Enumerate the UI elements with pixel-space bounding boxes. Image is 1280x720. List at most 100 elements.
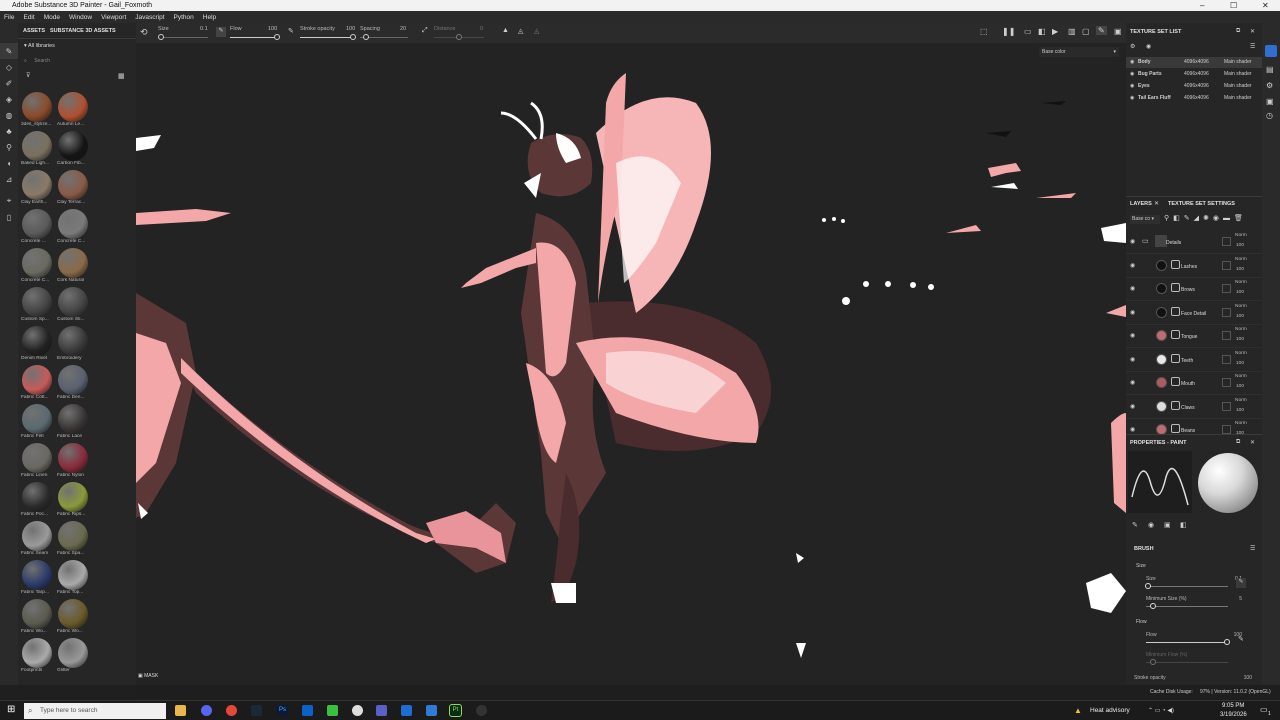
- screen-icon[interactable]: ▭: [1024, 27, 1032, 36]
- menu-window[interactable]: Window: [69, 14, 92, 21]
- asset-thumbnail[interactable]: [58, 560, 88, 590]
- asset-thumbnail[interactable]: [22, 209, 52, 239]
- eraser-icon[interactable]: ◇: [0, 59, 18, 75]
- eye-icon[interactable]: ◉: [1130, 332, 1135, 339]
- flow-pen-icon[interactable]: ✎: [288, 27, 294, 35]
- layer-row[interactable]: ◉ Teeth Norm 100: [1126, 349, 1262, 372]
- polygon-fill-icon[interactable]: ⊿: [0, 171, 18, 187]
- tab-assets[interactable]: ASSETS: [23, 28, 45, 34]
- system-tray-icons[interactable]: ⌃ ▭ ◔ ◀): [1148, 707, 1174, 714]
- layer-select-box[interactable]: [1222, 378, 1231, 387]
- brush-tab-icon[interactable]: ✎: [1132, 521, 1138, 529]
- close-layers-icon[interactable]: ✕: [1154, 200, 1159, 207]
- minimize-icon[interactable]: –: [1200, 0, 1204, 11]
- selection-icon[interactable]: ⬚: [980, 27, 988, 36]
- camera-icon[interactable]: ▶: [1052, 27, 1058, 36]
- asset-thumbnail[interactable]: [58, 404, 88, 434]
- layers-dock-icon[interactable]: ▤: [1266, 65, 1274, 74]
- lazy-mouse-icon[interactable]: ⤢: [422, 27, 428, 35]
- eye-icon[interactable]: ◉: [1130, 426, 1135, 433]
- library-selector[interactable]: ▾ All libraries: [24, 43, 55, 49]
- layer-blend-mode[interactable]: Norm: [1235, 304, 1247, 309]
- toolbar-spacing-slider[interactable]: Spacing 20: [360, 26, 410, 42]
- fill-icon[interactable]: ◖: [0, 155, 18, 171]
- layer-opacity[interactable]: 100: [1236, 267, 1244, 272]
- asset-thumbnail[interactable]: [22, 521, 52, 551]
- asset-thumbnail[interactable]: [22, 638, 52, 668]
- brush-mode-icon[interactable]: ✎: [1096, 26, 1107, 35]
- material-tab-icon[interactable]: ◧: [1180, 521, 1187, 529]
- flow-pressure-icon[interactable]: ✎: [1238, 635, 1244, 643]
- asset-thumbnail[interactable]: [58, 287, 88, 317]
- layer-select-box[interactable]: [1222, 401, 1231, 411]
- clone-icon[interactable]: ♣: [0, 123, 18, 139]
- asset-thumbnail[interactable]: [22, 365, 52, 395]
- close-properties-icon[interactable]: ✕: [1250, 439, 1255, 446]
- menu-edit[interactable]: Edit: [23, 14, 34, 21]
- weather-text[interactable]: Heat advisory: [1090, 707, 1130, 714]
- symmetry-axis-icon[interactable]: ◬: [518, 27, 523, 35]
- float-properties-icon[interactable]: ⧉: [1236, 439, 1240, 446]
- asset-thumbnail[interactable]: [22, 248, 52, 278]
- windows-start-icon[interactable]: ⊞: [7, 704, 15, 715]
- asset-thumbnail[interactable]: [58, 599, 88, 629]
- texture-set-row[interactable]: ◉ Tail Ears Fluff 4096x4096 Main shader: [1126, 93, 1262, 104]
- properties-dock-icon[interactable]: ⚙: [1266, 81, 1273, 90]
- geometry-mask-icon[interactable]: ◈: [0, 91, 18, 107]
- taskbar-search-box[interactable]: ⌕ Type here to search: [24, 703, 166, 719]
- painter-app-icon[interactable]: Pt: [449, 704, 462, 717]
- notification-icon[interactable]: ▭: [1260, 705, 1268, 714]
- layer-row[interactable]: ◉ Face Detail Norm 100: [1126, 302, 1262, 325]
- discord-icon[interactable]: [201, 705, 212, 716]
- chrome-icon[interactable]: [226, 705, 237, 716]
- asset-thumbnail[interactable]: [58, 209, 88, 239]
- split-view-icon[interactable]: ▥: [1068, 27, 1076, 36]
- mail-icon[interactable]: [401, 705, 412, 716]
- layer-opacity[interactable]: 100: [1236, 408, 1244, 413]
- asset-thumbnail[interactable]: [58, 170, 88, 200]
- app-icon-1[interactable]: [352, 705, 363, 716]
- eye-icon[interactable]: ◉: [1130, 57, 1134, 68]
- texture-set-row[interactable]: ◉ Body 4096x4096 Main shader: [1126, 57, 1262, 68]
- close-icon[interactable]: ✕: [1262, 0, 1269, 11]
- mask-toggle[interactable]: ▣ MASK: [138, 673, 158, 679]
- stencil-tab-icon[interactable]: ▣: [1164, 521, 1171, 529]
- file-explorer-icon[interactable]: [175, 705, 186, 716]
- asset-thumbnail[interactable]: [22, 599, 52, 629]
- layer-row[interactable]: ◉ Tongue Norm 100: [1126, 325, 1262, 348]
- asset-thumbnail[interactable]: [22, 131, 52, 161]
- menu-file[interactable]: File: [4, 14, 14, 21]
- toolbar-distance-slider[interactable]: Distance 0: [434, 26, 486, 42]
- asset-thumbnail[interactable]: [58, 365, 88, 395]
- toolbar-flow-slider[interactable]: Flow 100: [230, 26, 280, 42]
- asset-thumbnail[interactable]: [58, 92, 88, 122]
- asset-thumbnail[interactable]: [58, 638, 88, 668]
- layer-opacity[interactable]: 100: [1236, 361, 1244, 366]
- eye-icon[interactable]: ◉: [1130, 309, 1135, 316]
- layer-opacity[interactable]: 100: [1236, 314, 1244, 319]
- eye-icon[interactable]: ◉: [1130, 379, 1135, 386]
- layer-select-box[interactable]: [1222, 425, 1231, 434]
- maximize-icon[interactable]: ☐: [1230, 0, 1237, 11]
- layer-row[interactable]: ◉ ▭ Details Norm 100: [1126, 231, 1262, 254]
- layer-opacity[interactable]: 100: [1236, 337, 1244, 342]
- color-picker-icon[interactable]: ⚲: [0, 139, 18, 155]
- tab-texture-set-settings[interactable]: TEXTURE SET SETTINGS: [1168, 201, 1235, 207]
- layer-blend-mode[interactable]: Norm: [1235, 327, 1247, 332]
- layer-row[interactable]: ◉ Brows Norm 100: [1126, 278, 1262, 301]
- texture-set-row[interactable]: ◉ Eyes 4096x4096 Main shader: [1126, 81, 1262, 92]
- layer-tool-icons[interactable]: ⚲◧✎◢✺◉▬🗑: [1164, 214, 1247, 222]
- eye-icon[interactable]: ◉: [1130, 93, 1134, 104]
- asset-search[interactable]: ⌕ Search: [24, 58, 130, 68]
- eye-icon[interactable]: ◉: [1130, 238, 1135, 245]
- smudge-icon[interactable]: ◍: [0, 107, 18, 123]
- 3d-viewport[interactable]: Base color ▾ ▣ MASK: [136, 43, 1126, 685]
- float-panel-icon[interactable]: ⧉: [1236, 28, 1240, 35]
- bake-icon[interactable]: ▯: [0, 209, 18, 225]
- visibility-icon[interactable]: ◉: [1146, 43, 1151, 50]
- texture-set-dock-icon[interactable]: [1265, 45, 1277, 57]
- asset-thumbnail[interactable]: [22, 482, 52, 512]
- layer-row[interactable]: ◉ Lashes Norm 100: [1126, 255, 1262, 278]
- steam-icon[interactable]: [251, 705, 262, 716]
- brush-menu-icon[interactable]: ☰: [1250, 545, 1255, 552]
